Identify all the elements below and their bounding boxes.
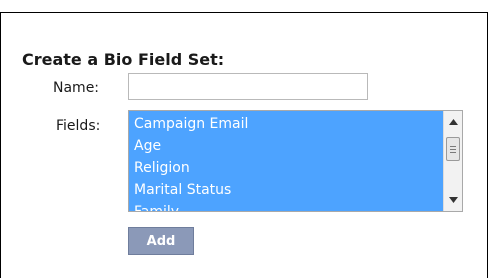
- fields-options: Campaign Email Age Religion Marital Stat…: [129, 111, 442, 211]
- fields-listbox[interactable]: Campaign Email Age Religion Marital Stat…: [128, 110, 463, 212]
- fields-option-marital-status[interactable]: Marital Status: [129, 179, 442, 201]
- fields-scrollbar[interactable]: [443, 111, 462, 211]
- fields-option-campaign-email[interactable]: Campaign Email: [129, 113, 442, 135]
- name-input[interactable]: [128, 73, 368, 100]
- grip-line-icon: [450, 146, 456, 147]
- form-title: Create a Bio Field Set:: [22, 50, 225, 69]
- fields-option-family[interactable]: Family: [129, 201, 442, 211]
- scroll-thumb[interactable]: [446, 137, 460, 161]
- fields-label: Fields:: [56, 118, 101, 134]
- grip-line-icon: [450, 149, 456, 150]
- scroll-down-icon[interactable]: [444, 191, 462, 209]
- grip-line-icon: [450, 152, 456, 153]
- name-label: Name:: [53, 80, 100, 96]
- fields-option-religion[interactable]: Religion: [129, 157, 442, 179]
- add-button[interactable]: Add: [128, 227, 194, 255]
- fields-option-age[interactable]: Age: [129, 135, 442, 157]
- scroll-up-icon[interactable]: [444, 113, 462, 131]
